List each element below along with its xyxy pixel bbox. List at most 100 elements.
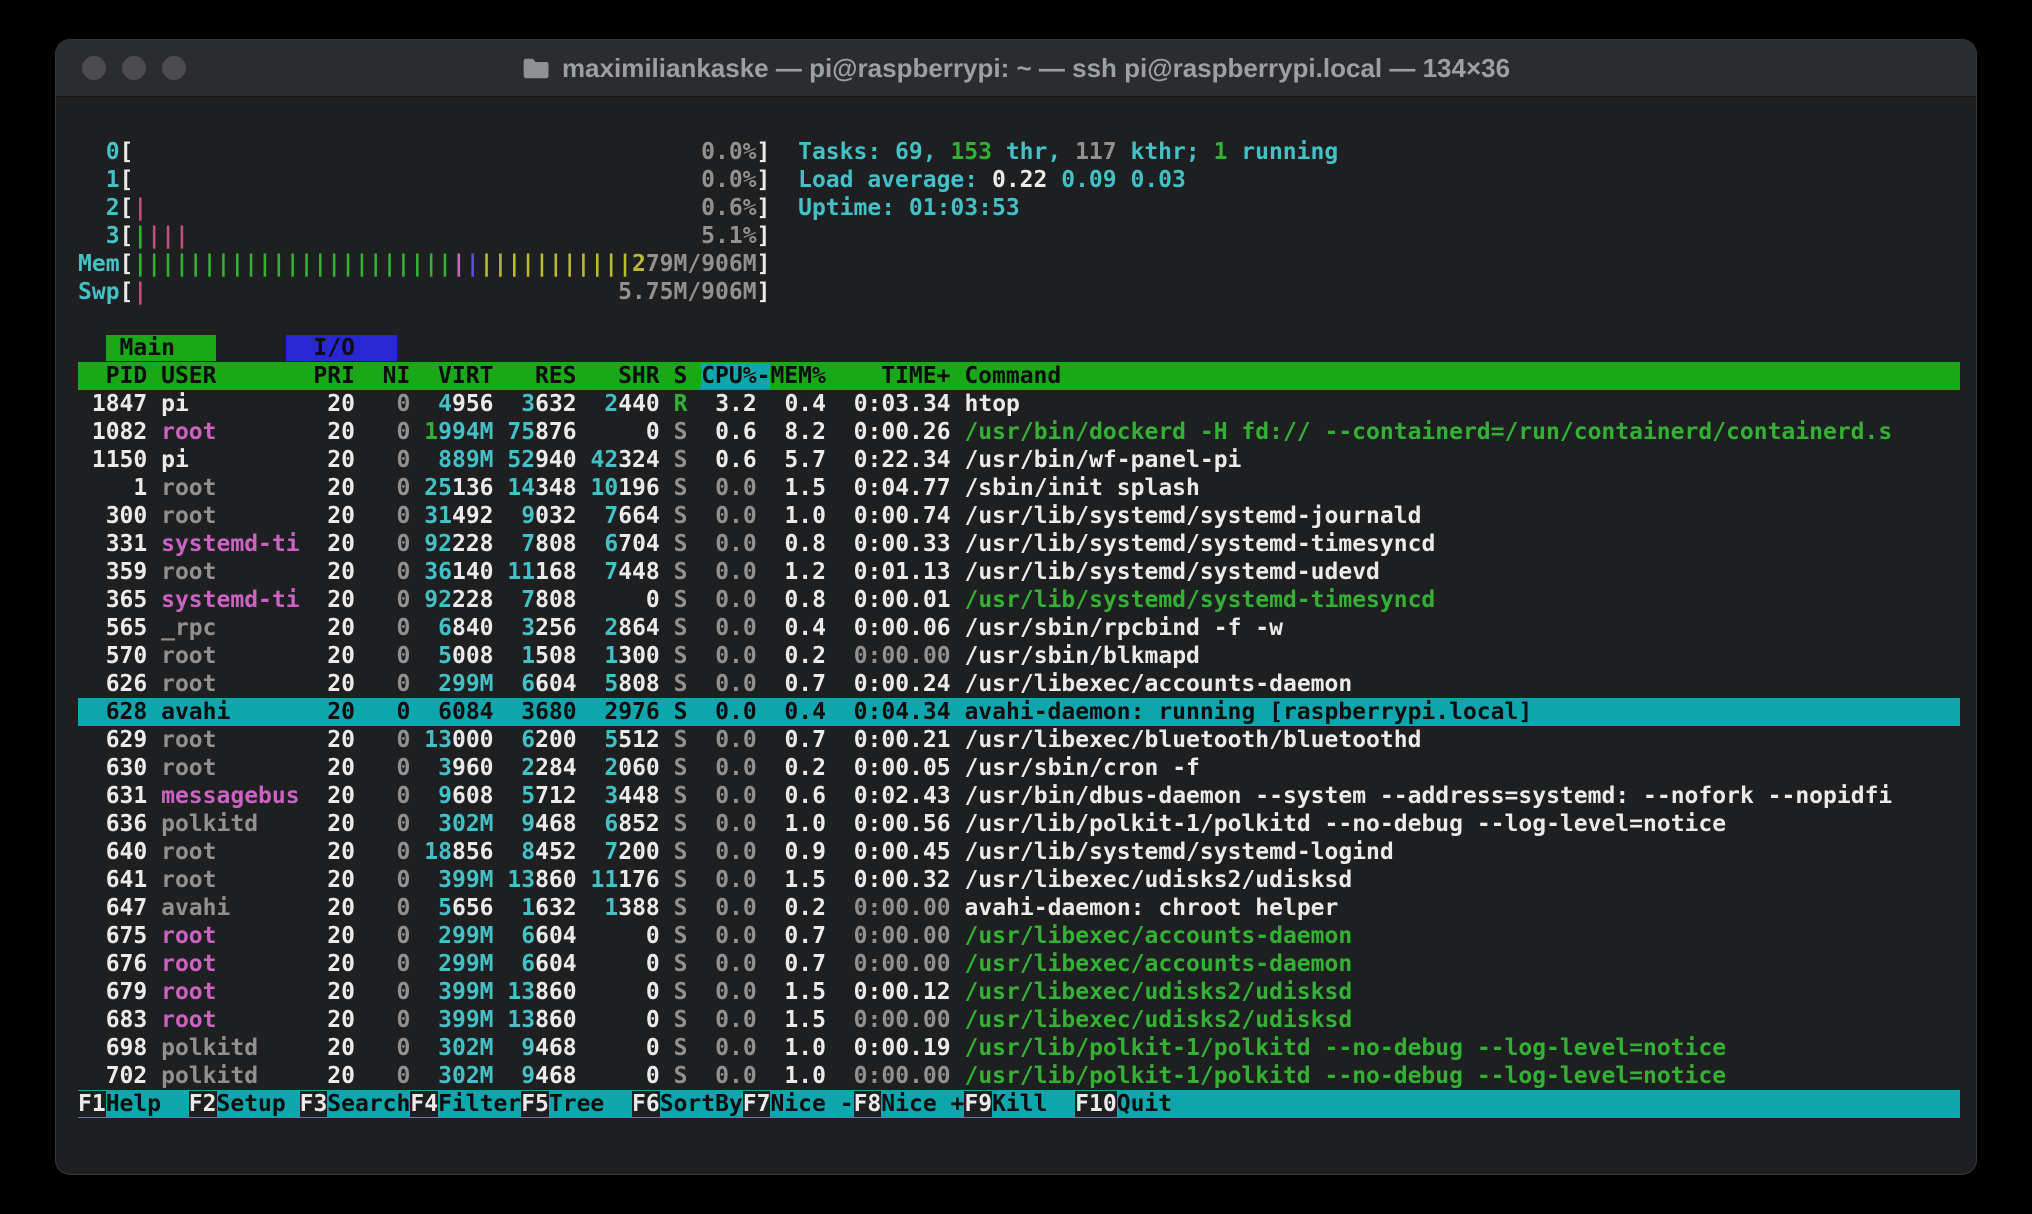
screenshot-stage: maximiliankaske — pi@raspberrypi: ~ — ss… [0,0,2032,1214]
process-row[interactable]: 1 root 20 0 25136 14348 10196 S 0.0 1.5 … [78,474,1960,502]
info-text: Load average: [798,167,992,193]
process-row[interactable]: 698 polkitd 20 0 302M 9468 0 S 0.0 1.0 0… [78,1034,1960,1062]
process-row[interactable]: 300 root 20 0 31492 9032 7664 S 0.0 1.0 … [78,502,1960,530]
process-row[interactable]: 1150 pi 20 0 889M 52940 42324 S 0.6 5.7 … [78,446,1960,474]
process-command: /usr/libexec/udisks2/udisksd [964,867,1352,893]
column-header-user[interactable]: USER [161,363,313,389]
meter-label-3: 3 [78,223,120,249]
meter-value: 79M/906M [646,251,757,277]
table-header[interactable]: PID USER PRI NI VIRT RES SHR S CPU%-MEM%… [78,362,1960,390]
column-header-s[interactable]: S [673,363,701,389]
fkey-label-f7[interactable]: Nice - [770,1091,853,1117]
zoom-button[interactable] [162,56,186,80]
fkey-f5[interactable]: F5 [521,1091,549,1117]
process-pid: 631 [78,783,147,809]
process-command: /usr/lib/systemd/systemd-udevd [964,559,1379,585]
column-header-ni[interactable]: NI [369,363,424,389]
fkey-f3[interactable]: F3 [300,1091,328,1117]
process-row[interactable]: 679 root 20 0 399M 13860 0 S 0.0 1.5 0:0… [78,978,1960,1006]
column-header-pid[interactable]: PID [78,363,161,389]
meter-3: 3[|||| 5.1%] [78,222,1960,250]
process-command: /usr/bin/dbus-daemon --system --address=… [965,783,1893,809]
fkey-label-f2[interactable]: Setup [217,1091,300,1117]
column-header-command[interactable]: Command [964,363,1061,389]
process-command: /usr/lib/polkit-1/polkitd --no-debug --l… [964,811,1726,837]
process-row[interactable]: 641 root 20 0 399M 13860 11176 S 0.0 1.5… [78,866,1960,894]
info-text: Uptime: [798,195,909,221]
process-pid: 1150 [78,447,147,473]
meter-value: 5.75M/906M [618,279,756,305]
fkey-f10[interactable]: F10 [1075,1091,1117,1117]
fkey-label-f8[interactable]: Nice + [881,1091,964,1117]
process-row[interactable]: 1082 root 20 0 1994M 75876 0 S 0.6 8.2 0… [78,418,1960,446]
process-row[interactable]: 626 root 20 0 299M 6604 5808 S 0.0 0.7 0… [78,670,1960,698]
process-row[interactable]: 640 root 20 0 18856 8452 7200 S 0.0 0.9 … [78,838,1960,866]
process-command: /sbin/init splash [964,475,1199,501]
process-command: /usr/libexec/bluetooth/bluetoothd [964,727,1421,753]
window-controls [82,56,186,80]
process-row[interactable]: 702 polkitd 20 0 302M 9468 0 S 0.0 1.0 0… [78,1062,1960,1090]
process-row[interactable]: 629 root 20 0 13000 6200 5512 S 0.0 0.7 … [78,726,1960,754]
process-row-selected[interactable]: 628 avahi 20 0 6084 3680 2976 S 0.0 0.4 … [78,698,1960,726]
process-row[interactable]: 683 root 20 0 399M 13860 0 S 0.0 1.5 0:0… [78,1006,1960,1034]
fkey-f8[interactable]: F8 [854,1091,882,1117]
column-header-cpu[interactable]: CPU%- [701,363,770,389]
process-pid: 683 [78,1007,147,1033]
process-row[interactable]: 570 root 20 0 5008 1508 1300 S 0.0 0.2 0… [78,642,1960,670]
process-row[interactable]: 365 systemd-ti 20 0 92228 7808 0 S 0.0 0… [78,586,1960,614]
fkey-label-f1[interactable]: Help [106,1091,189,1117]
process-user: root [161,503,299,529]
minimize-button[interactable] [122,56,146,80]
process-row[interactable]: 676 root 20 0 299M 6604 0 S 0.0 0.7 0:00… [78,950,1960,978]
info-text: 153 [950,139,992,165]
column-header-shr[interactable]: SHR [590,363,673,389]
tab-io[interactable]: I/O [286,335,397,361]
fkey-f4[interactable]: F4 [410,1091,438,1117]
process-row[interactable]: 359 root 20 0 36140 11168 7448 S 0.0 1.2… [78,558,1960,586]
process-row[interactable]: 331 systemd-ti 20 0 92228 7808 6704 S 0.… [78,530,1960,558]
fkey-label-f4[interactable]: Filter [438,1091,521,1117]
fkey-f2[interactable]: F2 [189,1091,217,1117]
process-pid: 365 [78,587,147,613]
tab-main[interactable]: Main [106,335,217,361]
process-row[interactable]: 630 root 20 0 3960 2284 2060 S 0.0 0.2 0… [78,754,1960,782]
process-row[interactable]: 675 root 20 0 299M 6604 0 S 0.0 0.7 0:00… [78,922,1960,950]
info-text: 0.03 [1130,167,1185,193]
process-row[interactable]: 565 _rpc 20 0 6840 3256 2864 S 0.0 0.4 0… [78,614,1960,642]
terminal-window: maximiliankaske — pi@raspberrypi: ~ — ss… [56,40,1976,1174]
meter-bar: ||||||||||||||||||||||| [133,251,452,277]
process-pid: 675 [78,923,147,949]
fkey-label-f10[interactable]: Quit [1117,1091,1200,1117]
fkey-f6[interactable]: F6 [632,1091,660,1117]
info-text: 0.22 [992,167,1061,193]
fkey-f7[interactable]: F7 [743,1091,771,1117]
process-row[interactable]: 647 avahi 20 0 5656 1632 1388 S 0.0 0.2 … [78,894,1960,922]
info-text: 69 [895,139,923,165]
column-header-pri[interactable]: PRI [313,363,368,389]
fkey-f9[interactable]: F9 [964,1091,992,1117]
close-button[interactable] [82,56,106,80]
process-command: /usr/lib/polkit-1/polkitd --no-debug --l… [964,1063,1726,1089]
info-text: 01:03:53 [909,195,1020,221]
fkey-label-f6[interactable]: SortBy [660,1091,743,1117]
column-header-mem[interactable]: MEM% [770,363,839,389]
column-header-time[interactable]: TIME+ [840,363,965,389]
process-command: avahi-daemon: chroot helper [965,895,1339,921]
process-pid: 629 [78,727,147,753]
meter-0: 0[ 0.0%] Tasks: 69, 153 thr, 117 kthr; 1… [78,138,1960,166]
process-user: polkitd [161,811,299,837]
fkey-label-f3[interactable]: Search [327,1091,410,1117]
process-row[interactable]: 636 polkitd 20 0 302M 9468 6852 S 0.0 1.… [78,810,1960,838]
process-user: root [161,475,299,501]
fkey-label-f5[interactable]: Tree [549,1091,632,1117]
info-text: Tasks: [798,139,895,165]
column-header-res[interactable]: RES [507,363,590,389]
meter-label-2: 2 [78,195,120,221]
process-row[interactable]: 631 messagebus 20 0 9608 5712 3448 S 0.0… [78,782,1960,810]
meter-bar: | [133,223,147,249]
column-header-virt[interactable]: VIRT [424,363,507,389]
fkey-f1[interactable]: F1 [78,1091,106,1117]
process-user: avahi [161,895,299,921]
fkey-label-f9[interactable]: Kill [992,1091,1075,1117]
process-row[interactable]: 1847 pi 20 0 4956 3632 2440 R 3.2 0.4 0:… [78,390,1960,418]
